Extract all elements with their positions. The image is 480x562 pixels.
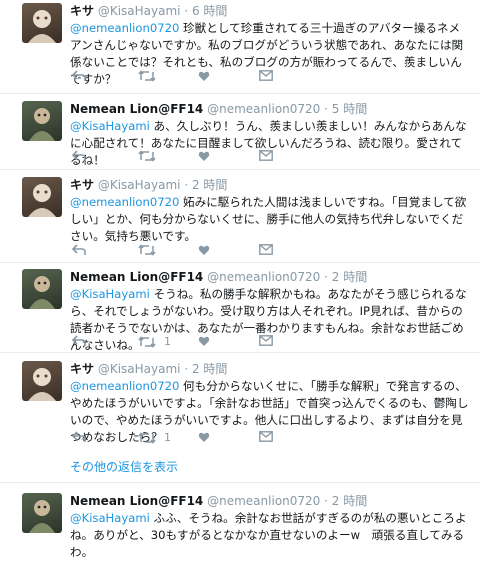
mention-link[interactable]: @nemeanlion0720 — [70, 21, 179, 35]
retweet-button[interactable] — [138, 70, 164, 82]
retweet-count: 1 — [164, 335, 171, 348]
avatar[interactable] — [22, 177, 62, 217]
reply-icon — [72, 244, 86, 255]
like-button[interactable] — [198, 431, 218, 443]
retweet-icon — [138, 335, 156, 348]
tweet-header: キサ @KisaHayami · 2 時間 — [70, 176, 470, 193]
author-name[interactable]: Nemean Lion@FF14 — [70, 102, 203, 116]
author-handle[interactable]: @nemeanlion0720 — [207, 270, 320, 284]
tweet-actions — [72, 70, 312, 84]
divider — [0, 169, 480, 170]
timestamp[interactable]: · 2 時間 — [324, 270, 367, 284]
author-handle[interactable]: @nemeanlion0720 — [207, 102, 320, 116]
reply-button[interactable] — [72, 335, 86, 347]
author-name[interactable]: キサ — [70, 178, 94, 192]
tweet-header: キサ @KisaHayami · 6 時間 — [70, 2, 470, 19]
author-name[interactable]: キサ — [70, 4, 94, 18]
avatar[interactable] — [22, 493, 62, 533]
reply-thread: キサ @KisaHayami · 6 時間 @nemeanlion0720 珍獣… — [0, 0, 480, 562]
tweet-actions: 1 — [72, 431, 312, 445]
heart-icon — [198, 432, 210, 442]
dm-button[interactable] — [259, 335, 273, 346]
heart-icon — [198, 245, 210, 255]
reply-icon — [72, 335, 86, 346]
tweet: キサ @KisaHayami · 2 時間 @nemeanlion0720 妬み… — [0, 174, 480, 266]
reply-button[interactable] — [72, 431, 86, 443]
tweet: キサ @KisaHayami · 2 時間 @nemeanlion0720 何も… — [0, 358, 480, 470]
retweet-button[interactable] — [138, 244, 164, 256]
mention-link[interactable]: @KisaHayami — [70, 511, 150, 525]
reply-icon — [72, 431, 86, 442]
tweet-header: キサ @KisaHayami · 2 時間 — [70, 360, 470, 377]
author-name[interactable]: キサ — [70, 362, 94, 376]
tweet-actions: 1 — [72, 335, 312, 349]
divider — [0, 482, 480, 483]
timestamp[interactable]: · 2 時間 — [184, 362, 227, 376]
mention-link[interactable]: @KisaHayami — [70, 119, 150, 133]
retweet-button[interactable]: 1 — [138, 431, 171, 444]
timestamp[interactable]: · 5 時間 — [324, 102, 367, 116]
envelope-icon — [259, 70, 273, 81]
avatar[interactable] — [22, 269, 62, 309]
tweet-header: Nemean Lion@FF14 @nemeanlion0720 · 5 時間 — [70, 100, 470, 117]
tweet-actions — [72, 150, 312, 164]
reply-button[interactable] — [72, 150, 86, 162]
dm-button[interactable] — [259, 70, 273, 81]
retweet-icon — [138, 70, 156, 82]
dm-button[interactable] — [259, 431, 273, 442]
retweet-count: 1 — [164, 431, 171, 444]
author-handle[interactable]: @KisaHayami — [98, 178, 181, 192]
reply-button[interactable] — [72, 70, 86, 82]
author-handle[interactable]: @KisaHayami — [98, 362, 181, 376]
mention-link[interactable]: @nemeanlion0720 — [70, 379, 179, 393]
reply-button[interactable] — [72, 244, 86, 256]
retweet-button[interactable]: 1 — [138, 335, 171, 348]
like-button[interactable] — [198, 150, 218, 162]
timestamp[interactable]: · 2 時間 — [324, 494, 367, 508]
tweet-actions — [72, 244, 312, 258]
envelope-icon — [259, 244, 273, 255]
reply-icon — [72, 150, 86, 161]
timestamp[interactable]: · 2 時間 — [184, 178, 227, 192]
envelope-icon — [259, 335, 273, 346]
avatar[interactable] — [22, 101, 62, 141]
retweet-icon — [138, 431, 156, 444]
author-handle[interactable]: @KisaHayami — [98, 4, 181, 18]
show-more-replies-link[interactable]: その他の返信を表示 — [70, 458, 178, 475]
like-button[interactable] — [198, 244, 218, 256]
mention-link[interactable]: @nemeanlion0720 — [70, 195, 179, 209]
author-name[interactable]: Nemean Lion@FF14 — [70, 270, 203, 284]
like-button[interactable] — [198, 70, 218, 82]
envelope-icon — [259, 431, 273, 442]
divider — [0, 262, 480, 263]
mention-link[interactable]: @KisaHayami — [70, 287, 150, 301]
reply-icon — [72, 70, 86, 81]
tweet: Nemean Lion@FF14 @nemeanlion0720 · 5 時間 … — [0, 98, 480, 173]
heart-icon — [198, 151, 210, 161]
divider — [0, 93, 480, 94]
tweet-header: Nemean Lion@FF14 @nemeanlion0720 · 2 時間 — [70, 492, 470, 509]
like-button[interactable] — [198, 335, 218, 347]
tweet: Nemean Lion@FF14 @nemeanlion0720 · 2 時間 … — [0, 266, 480, 358]
avatar[interactable] — [22, 3, 62, 43]
retweet-icon — [138, 150, 156, 162]
retweet-button[interactable] — [138, 150, 164, 162]
timestamp[interactable]: · 6 時間 — [184, 4, 227, 18]
author-name[interactable]: Nemean Lion@FF14 — [70, 494, 203, 508]
heart-icon — [198, 336, 210, 346]
avatar[interactable] — [22, 361, 62, 401]
divider — [0, 352, 480, 353]
dm-button[interactable] — [259, 244, 273, 255]
retweet-icon — [138, 244, 156, 256]
envelope-icon — [259, 150, 273, 161]
tweet-text: @nemeanlion0720 妬みに駆られた人間は浅ましいですね。「目覚まして… — [70, 194, 470, 245]
tweet-header: Nemean Lion@FF14 @nemeanlion0720 · 2 時間 — [70, 268, 470, 285]
heart-icon — [198, 71, 210, 81]
dm-button[interactable] — [259, 150, 273, 161]
tweet-text: @KisaHayami ふふ、そうね。余計なお世話がすぎるのが私の悪いところよね… — [70, 510, 470, 561]
author-handle[interactable]: @nemeanlion0720 — [207, 494, 320, 508]
tweet: Nemean Lion@FF14 @nemeanlion0720 · 2 時間 … — [0, 490, 480, 562]
tweet: キサ @KisaHayami · 6 時間 @nemeanlion0720 珍獣… — [0, 0, 480, 95]
